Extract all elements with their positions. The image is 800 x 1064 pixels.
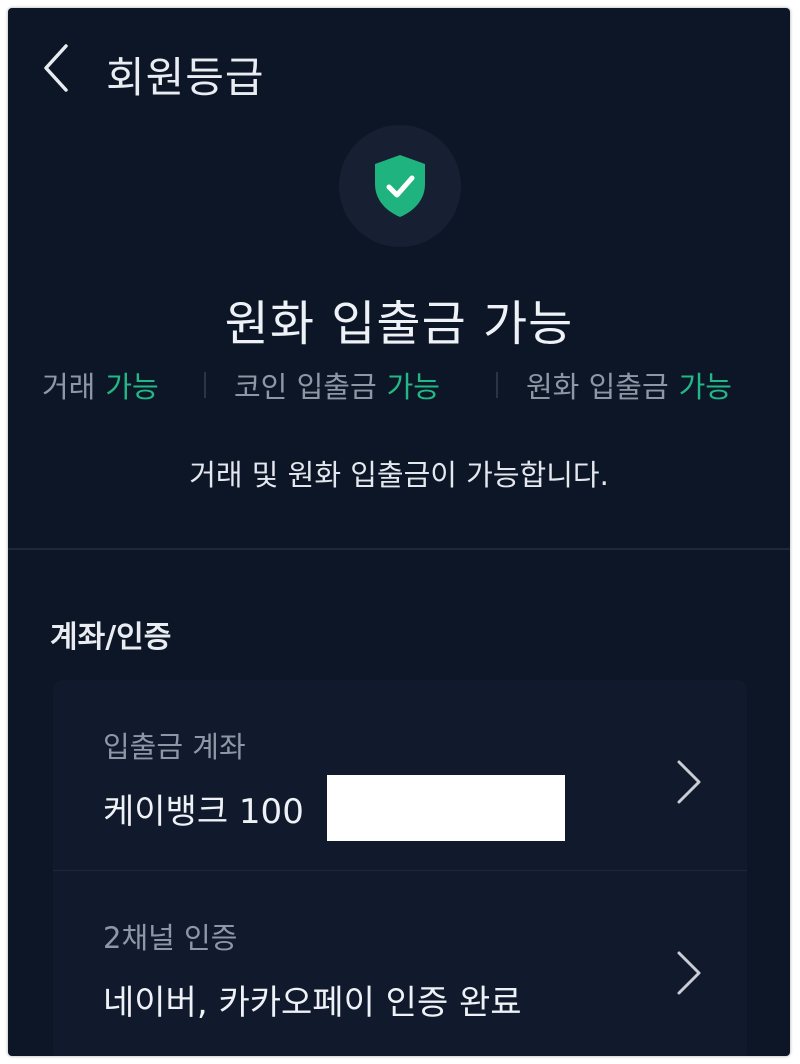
permission-coin-transfer: 코인 입출금 가능 [234,364,440,406]
permission-divider [204,372,206,398]
section-title: 계좌/인증 [50,620,172,655]
permission-label: 코인 입출금 [234,370,377,404]
permission-list: 거래 가능 코인 입출금 가능 원화 입출금 가능 [8,360,790,410]
two-channel-auth-row[interactable]: 2채널 인증 네이버, 카카오페이 인증 완료 [53,871,747,1056]
chevron-right-icon [677,951,701,995]
permission-krw-transfer: 원화 입출금 가능 [526,364,732,406]
row-label: 입출금 계좌 [103,730,246,764]
top-bar: 회원등급 [8,8,790,118]
row-value: 네이버, 카카오페이 인증 완료 [103,983,522,1023]
grade-badge [339,125,461,247]
permission-divider [496,372,498,398]
permission-label: 거래 [42,370,96,404]
permission-value: 가능 [105,370,159,404]
grade-status-title: 원화 입출금 가능 [224,296,574,352]
chevron-right-icon [677,760,701,804]
row-value: 케이뱅크 100 [103,792,304,832]
permission-trade: 거래 가능 [42,364,159,406]
deposit-account-row[interactable]: 입출금 계좌 케이뱅크 100 [53,680,747,870]
section-divider [8,548,790,550]
page-title: 회원등급 [106,53,265,102]
redaction-box [327,775,565,841]
grade-description: 거래 및 원화 입출금이 가능합니다. [189,458,609,492]
account-auth-card: 입출금 계좌 케이뱅크 100 2채널 인증 네이버, 카카오페이 인증 완료 [53,680,747,1056]
shield-check-icon [375,155,425,217]
permission-value: 가능 [678,370,732,404]
chevron-left-icon [44,44,68,92]
permission-value: 가능 [386,370,440,404]
permission-label: 원화 입출금 [526,370,669,404]
row-label: 2채널 인증 [103,921,238,955]
back-button[interactable] [36,38,76,98]
app-screen: 회원등급 원화 입출금 가능 거래 가능 코인 입출금 가능 원화 입출금 가능 거래… [8,8,790,1056]
